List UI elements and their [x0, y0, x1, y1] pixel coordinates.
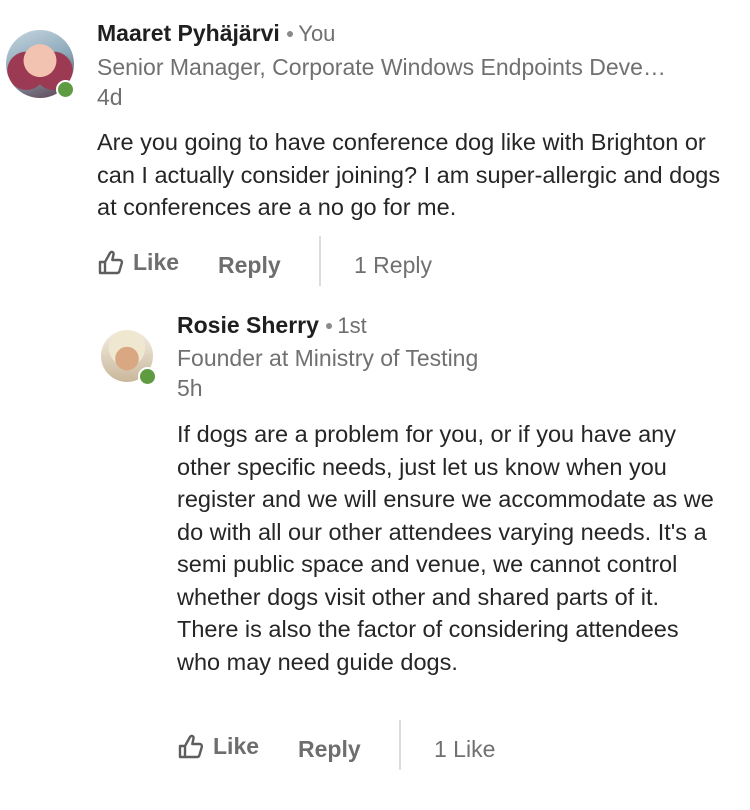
avatar-maaret[interactable] [6, 30, 75, 99]
replies-count-link[interactable]: 1 Reply [354, 252, 432, 279]
separator-dot: ● [285, 25, 295, 41]
avatar-rosie[interactable] [101, 330, 157, 386]
author-headline: Senior Manager, Corporate Windows Endpoi… [97, 54, 666, 80]
reply-timestamp: 5h [177, 375, 203, 401]
comment-timestamp: 4d [97, 84, 123, 110]
reply-author-line: Rosie Sherry ● 1st [177, 312, 367, 339]
action-divider [319, 236, 321, 286]
like-button[interactable]: Like [97, 248, 179, 276]
reply-button[interactable]: Reply [218, 252, 281, 279]
online-status-icon [56, 80, 75, 99]
comment-text: Are you going to have conference dog lik… [97, 129, 721, 220]
author-name[interactable]: Rosie Sherry [177, 312, 319, 338]
action-divider [399, 720, 401, 770]
author-headline: Founder at Ministry of Testing [177, 345, 479, 371]
reply-text: If dogs are a problem for you, or if you… [177, 421, 714, 675]
like-label: Like [133, 248, 180, 275]
thumbs-up-icon [98, 250, 124, 275]
separator-dot: ● [324, 317, 334, 333]
connection-degree-badge: 1st [337, 313, 367, 338]
like-label: Like [213, 732, 260, 759]
author-name[interactable]: Maaret Pyhäjärvi [97, 20, 280, 46]
online-status-icon [138, 367, 157, 386]
like-button[interactable]: Like [177, 732, 259, 760]
relation-badge: You [298, 21, 336, 46]
reply-button[interactable]: Reply [298, 736, 361, 763]
likes-count-link[interactable]: 1 Like [434, 736, 495, 763]
thumbs-up-icon [178, 734, 204, 759]
comment-author-line: Maaret Pyhäjärvi ● You [97, 20, 335, 47]
